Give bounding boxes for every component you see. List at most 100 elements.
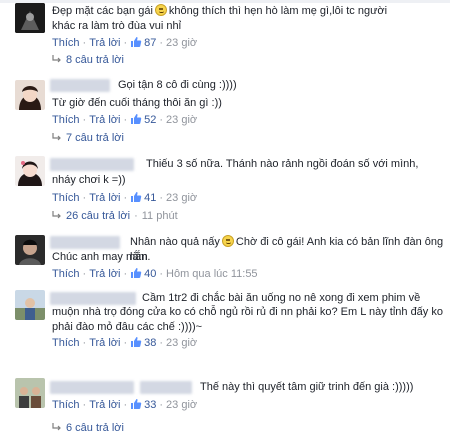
comment-text-line: Đẹp mặt các bạn gái (52, 5, 153, 17)
avatar[interactable] (15, 290, 45, 320)
like-count[interactable]: 52 (144, 114, 156, 126)
separator-dot: · (82, 399, 87, 411)
comment-timestamp[interactable]: Hôm qua lúc 11:55 (166, 268, 258, 280)
comment-text: Thiếu 3 số nữa. Thánh nào rảnh ngồi đoán… (146, 157, 446, 172)
replies-timestamp: 11 phút (141, 210, 178, 222)
separator-dot: · (123, 114, 128, 126)
smiley-emoji-icon (221, 235, 234, 247)
comment-text-line: Chúc anh may mắn. (52, 251, 151, 263)
separator-dot: · (159, 268, 164, 280)
comment-actions: Thích · Trả lời · 41 · 23 giờ (52, 191, 197, 204)
comment-text: nháy chơi k =)) (52, 173, 432, 188)
comment-item: Nhân nào quả nấy Chờ đi cô gái! Anh kia c… (0, 228, 450, 286)
replies-count-label: 26 câu trả lời (66, 210, 131, 222)
avatar[interactable] (15, 156, 45, 186)
comment-actions: Thích · Trả lời · 52 · 23 giờ (52, 113, 197, 126)
comment-text-line: Gọi tận 8 cô đi cùng :)))) (118, 79, 237, 91)
comment-item: Đẹp mặt các bạn gái không thích thì hẹn h… (0, 0, 450, 72)
comment-timestamp[interactable]: 23 giờ (166, 337, 197, 349)
separator-dot: · (123, 399, 128, 411)
like-count[interactable]: 38 (144, 337, 156, 349)
thumbs-up-icon (131, 114, 142, 124)
blurred-author-name (50, 79, 110, 92)
comment-actions: Thích · Trả lời · 38 · 23 giờ (52, 336, 197, 349)
smiley-emoji-icon (154, 4, 167, 16)
reply-link[interactable]: Trả lời (89, 37, 120, 49)
comment-text-line: phải đào mỏ đâu các chế :))))~ (52, 321, 203, 333)
reply-link[interactable]: Trả lời (89, 192, 120, 204)
avatar-image (15, 378, 45, 408)
like-link[interactable]: Thích (52, 337, 80, 349)
avatar[interactable] (15, 3, 45, 33)
separator-dot: · (82, 114, 87, 126)
separator-dot: · (82, 268, 87, 280)
like-link[interactable]: Thích (52, 192, 80, 204)
like-count[interactable]: 33 (144, 399, 156, 411)
comment-text-line: muộn nhà trọ đóng cửa ko có chỗ ngủ rồi … (52, 306, 443, 318)
view-replies-link[interactable]: 6 câu trả lời (52, 422, 124, 434)
reply-link[interactable]: Trả lời (89, 114, 120, 126)
thumbs-up-icon (131, 268, 142, 278)
avatar-image (15, 235, 45, 265)
blurred-author-name (50, 158, 134, 171)
comment-actions: Thích · Trả lời · 33 · 23 giờ (52, 398, 197, 411)
avatar[interactable] (15, 235, 45, 265)
avatar-image (15, 80, 45, 110)
like-count[interactable]: 40 (144, 268, 156, 280)
comment-text: muộn nhà trọ đóng cửa ko có chỗ ngủ rồi … (52, 305, 446, 335)
separator-dot: · (82, 37, 87, 49)
comment-text: Đẹp mặt các bạn gái không thích thì hẹn h… (52, 4, 442, 34)
comment-item: Thiếu 3 số nữa. Thánh nào rảnh ngồi đoán… (0, 152, 450, 228)
avatar[interactable] (15, 378, 45, 408)
view-replies-link[interactable]: 7 câu trả lời (52, 132, 124, 144)
reply-link[interactable]: Trả lời (89, 268, 120, 280)
separator-dot: · (134, 210, 138, 222)
like-count[interactable]: 87 (144, 37, 156, 49)
like-link[interactable]: Thích (52, 268, 80, 280)
comment-text: Từ giờ đến cuối tháng thôi ăn gì :)) (52, 96, 432, 111)
view-replies-link[interactable]: 8 câu trả lời (52, 54, 124, 66)
comment-text-line: Thế này thì quyết tâm giữ trinh đến già … (200, 381, 414, 393)
comment-timestamp[interactable]: 23 giờ (166, 114, 197, 126)
blurred-author-name (140, 381, 192, 394)
comment-item: Cầm 1tr2 đi chắc bài ăn uống no nê xong … (0, 286, 450, 354)
avatar-image (15, 3, 45, 33)
separator-dot: · (82, 337, 87, 349)
separator-dot: · (159, 337, 164, 349)
comment-timestamp[interactable]: 23 giờ (166, 192, 197, 204)
reply-link[interactable]: Trả lời (89, 399, 120, 411)
comment-actions: Thích · Trả lời · 40 · Hôm qua lúc 11:55 (52, 267, 258, 280)
comment-timestamp[interactable]: 23 giờ (166, 37, 197, 49)
comment-text: Chúc anh may mắn. (52, 250, 432, 265)
comment-text-line: Thiếu 3 số nữa. Thánh nào rảnh ngồi đoán… (146, 158, 419, 170)
reply-arrow-icon (52, 211, 61, 219)
separator-dot: · (123, 192, 128, 204)
comment-timestamp[interactable]: 23 giờ (166, 399, 197, 411)
comment-actions: Thích · Trả lời · 87 · 23 giờ (52, 36, 197, 49)
separator-dot: · (159, 114, 164, 126)
avatar-image (15, 290, 45, 320)
reply-link[interactable]: Trả lời (89, 337, 120, 349)
comment-item: Gọi tận 8 cô đi cùng :)))) Từ giờ đến cu… (0, 72, 450, 152)
avatar[interactable] (15, 80, 45, 110)
reply-arrow-icon (52, 133, 61, 141)
blurred-author-name (50, 292, 136, 305)
comment-text: Thế này thì quyết tâm giữ trinh đến già … (200, 380, 446, 395)
view-replies-link[interactable]: 26 câu trả lời · 11 phút (52, 210, 178, 222)
comment-item: Thế này thì quyết tâm giữ trinh đến già … (0, 372, 450, 441)
separator-dot: · (82, 192, 87, 204)
like-count[interactable]: 41 (144, 192, 156, 204)
comment-text-line: Nhân nào quả nấy (130, 236, 220, 248)
separator-dot: · (159, 399, 164, 411)
separator-dot: · (123, 337, 128, 349)
avatar-image (15, 156, 45, 186)
comment-text-line: nháy chơi k =)) (52, 174, 126, 186)
thumbs-up-icon (131, 337, 142, 347)
comment-text-line: Từ giờ đến cuối tháng thôi ăn gì :)) (52, 97, 222, 109)
blurred-author-name (50, 381, 134, 394)
like-link[interactable]: Thích (52, 114, 80, 126)
thumbs-up-icon (131, 192, 142, 202)
separator-dot: · (123, 37, 128, 49)
like-link[interactable]: Thích (52, 399, 80, 411)
like-link[interactable]: Thích (52, 37, 80, 49)
